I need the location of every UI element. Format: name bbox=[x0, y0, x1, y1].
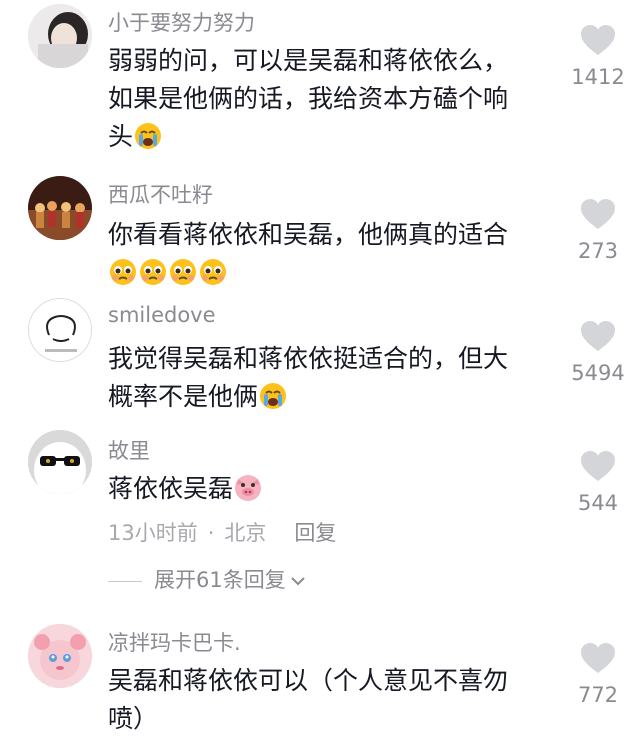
chevron-down-icon bbox=[291, 577, 305, 586]
avatar[interactable] bbox=[28, 624, 92, 688]
comment-author[interactable]: smiledove bbox=[108, 303, 216, 327]
avatar-image bbox=[28, 430, 92, 494]
comment-text: 蒋依依吴磊 bbox=[108, 470, 546, 508]
pleading-face-icon bbox=[168, 257, 198, 287]
comment-author[interactable]: 小于要努力努力 bbox=[108, 7, 255, 37]
like-count: 772 bbox=[577, 683, 619, 707]
comment-text-line: 你看看蒋依依和吴磊，他俩真的适合 bbox=[108, 220, 509, 249]
avatar[interactable] bbox=[28, 176, 92, 240]
avatar[interactable] bbox=[28, 4, 92, 68]
avatar[interactable] bbox=[28, 298, 92, 362]
pleading-face-icon bbox=[108, 257, 138, 287]
like-button[interactable]: 5494 bbox=[560, 320, 636, 385]
heart-icon bbox=[581, 451, 615, 481]
reply-button[interactable]: 回复 bbox=[294, 521, 336, 545]
comment-text-line: 如果是他俩的话，我给资本方磕个响 bbox=[108, 84, 509, 113]
comment-text-line bbox=[108, 254, 546, 292]
comment-time: 13小时前 bbox=[108, 521, 198, 545]
loudly-crying-face-icon bbox=[133, 121, 163, 151]
pleading-face-icon bbox=[138, 257, 168, 287]
comment-text: 我觉得吴磊和蒋依依挺适合的，但大 概率不是他俩 bbox=[108, 340, 546, 416]
comment-author[interactable]: 故里 bbox=[108, 435, 150, 465]
pig-face-icon bbox=[233, 473, 263, 503]
like-button[interactable]: 772 bbox=[560, 642, 636, 707]
comment-text-line: 吴磊和蒋依依可以（个人意见不喜勿 bbox=[108, 666, 509, 695]
like-count: 5494 bbox=[571, 361, 625, 385]
heart-icon bbox=[581, 199, 615, 229]
avatar-image bbox=[28, 624, 92, 688]
like-count: 1412 bbox=[571, 65, 625, 89]
divider bbox=[108, 580, 142, 582]
like-button[interactable]: 273 bbox=[560, 198, 636, 263]
loudly-crying-face-icon bbox=[258, 381, 288, 411]
like-button[interactable]: 544 bbox=[560, 450, 636, 515]
avatar-image bbox=[28, 176, 92, 240]
comment-author[interactable]: 西瓜不吐籽 bbox=[108, 179, 213, 209]
comment-text-line: 我觉得吴磊和蒋依依挺适合的，但大 bbox=[108, 344, 509, 373]
comment-text: 你看看蒋依依和吴磊，他俩真的适合 bbox=[108, 216, 546, 292]
comment-text-line: 喷） bbox=[108, 704, 159, 733]
comment-text-fragment: 蒋依依吴磊 bbox=[108, 474, 234, 503]
comment-text-line: 弱弱的问，可以是吴磊和蒋依依么， bbox=[108, 46, 509, 75]
comment-text-line: 概率不是他俩 bbox=[108, 378, 546, 416]
pleading-face-icon bbox=[198, 257, 228, 287]
like-count: 544 bbox=[577, 491, 619, 515]
comment-author[interactable]: 凉拌玛卡巴卡. bbox=[108, 627, 241, 657]
like-button[interactable]: 1412 bbox=[560, 24, 636, 89]
comment-text: 弱弱的问，可以是吴磊和蒋依依么， 如果是他俩的话，我给资本方磕个响 头 bbox=[108, 42, 546, 156]
avatar-image bbox=[28, 4, 92, 68]
comment-text-fragment: 概率不是他俩 bbox=[108, 382, 259, 411]
heart-icon bbox=[581, 643, 615, 673]
heart-icon bbox=[581, 25, 615, 55]
avatar[interactable] bbox=[28, 430, 92, 494]
expand-replies-label: 展开61条回复 bbox=[154, 568, 286, 592]
heart-icon bbox=[581, 321, 615, 351]
comment-text: 吴磊和蒋依依可以（个人意见不喜勿 喷） bbox=[108, 662, 546, 738]
comment-text-fragment: 头 bbox=[108, 122, 134, 151]
comment-text-line: 头 bbox=[108, 118, 546, 156]
meta-separator: · bbox=[207, 521, 215, 545]
expand-replies-button[interactable]: 展开61条回复 bbox=[108, 564, 306, 594]
like-count: 273 bbox=[577, 239, 619, 263]
comment-text-line: 蒋依依吴磊 bbox=[108, 470, 546, 508]
comment-meta: 13小时前 · 北京 回复 bbox=[108, 517, 336, 547]
avatar-image bbox=[29, 299, 91, 361]
comment-location: 北京 bbox=[224, 521, 267, 545]
